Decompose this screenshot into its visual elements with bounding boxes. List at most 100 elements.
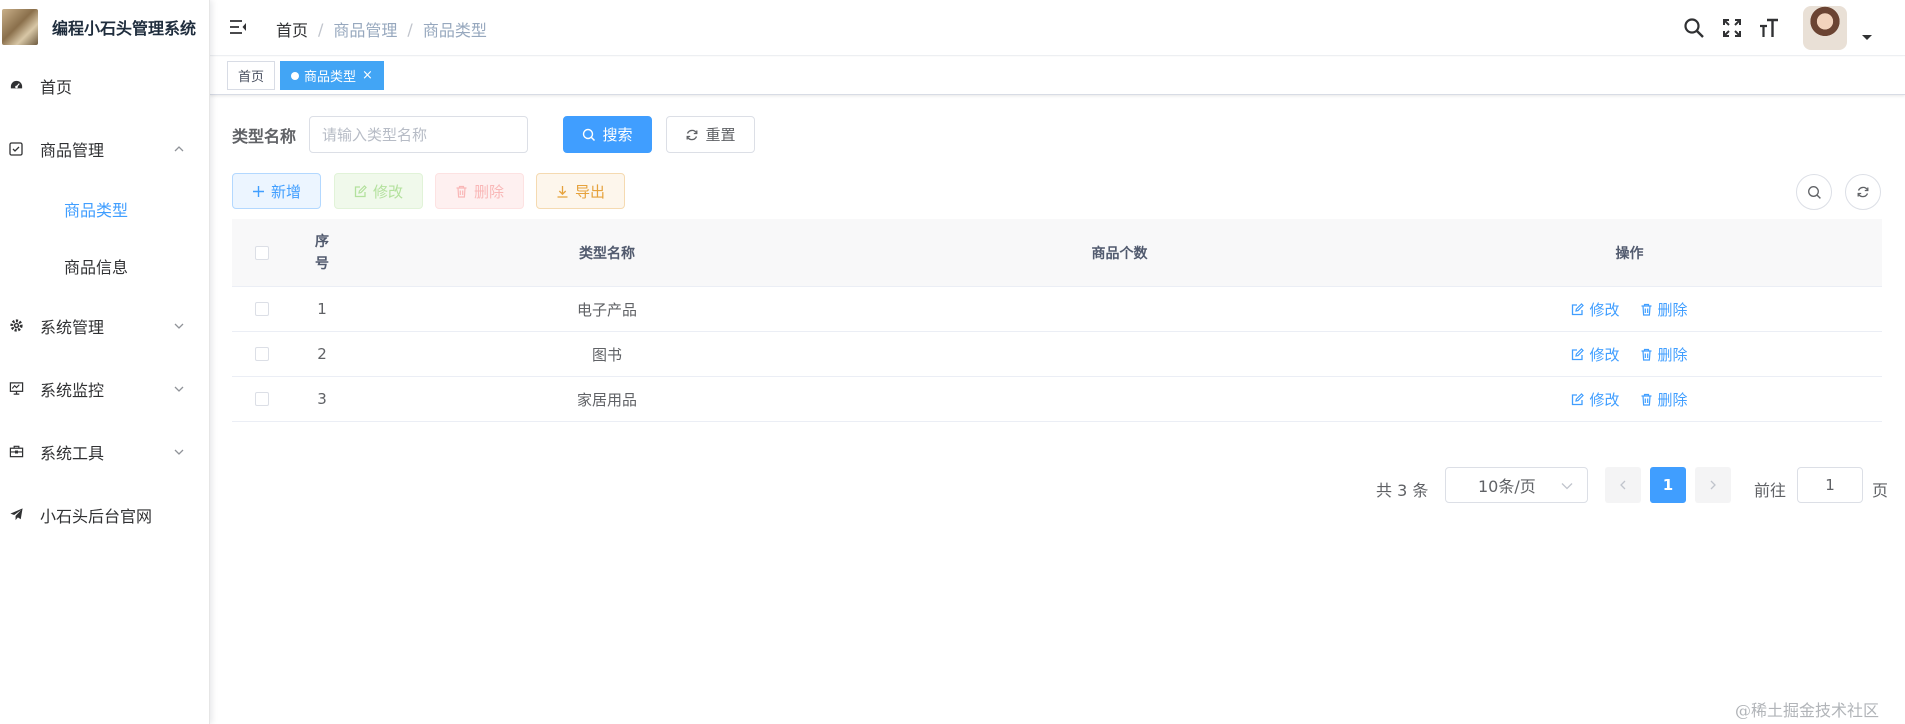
sidebar-subitem-goods-type[interactable]: 商品类型 [0,180,209,237]
checkbox-square-icon [8,141,24,157]
breadcrumb-home[interactable]: 首页 [276,17,308,41]
search-button[interactable]: 搜索 [563,116,652,153]
app-title: 编程小石头管理系统 [52,19,197,38]
hamburger-icon[interactable] [228,17,248,37]
sidebar-item-label: 系统管理 [40,317,105,337]
watermark: @稀土掘金技术社区 [1735,701,1880,720]
reset-button[interactable]: 重置 [666,116,755,153]
gear-icon [8,318,24,334]
row-edit-link[interactable]: 修改 [1571,389,1620,410]
tag-home[interactable]: 首页 [227,61,276,90]
row-goods-count [862,332,1377,376]
chevron-right-icon [1710,480,1716,490]
row-delete-link[interactable]: 删除 [1640,389,1688,410]
tags-view: 首页 商品类型 × [210,57,1905,95]
select-all-cell [232,219,292,286]
chevron-down-icon [174,449,184,455]
download-icon [557,185,568,198]
sidebar-item-home[interactable]: 首页 [0,54,209,117]
row-checkbox-cell [232,287,292,331]
prev-page-button[interactable] [1605,467,1641,503]
paper-plane-icon [8,507,24,523]
next-page-button[interactable] [1695,467,1731,503]
sidebar-item-label: 系统监控 [40,380,105,400]
row-index: 2 [317,345,327,363]
page-1-button[interactable]: 1 [1650,467,1686,503]
sidebar-item-tools[interactable]: 系统工具 [0,420,209,483]
font-size-icon[interactable] [1757,16,1781,40]
row-checkbox-cell [232,377,292,421]
delete-button[interactable]: 删除 [435,173,524,209]
row-edit-label: 修改 [1589,345,1620,364]
goto-page-input[interactable] [1797,467,1863,503]
row-goods-count [862,377,1377,421]
refresh-button[interactable] [1845,174,1881,210]
header-type-name: 类型名称 [579,245,635,262]
goto-suffix: 页 [1872,481,1889,500]
sidebar-item-label: 小石头后台官网 [40,506,153,526]
row-checkbox[interactable] [255,302,269,316]
row-delete-link[interactable]: 删除 [1640,299,1688,320]
sidebar-item-label: 首页 [40,77,73,97]
goods-type-table: 序号 类型名称 商品个数 操作 1 电子产品 修改 删除 2 图书 修改 删除 … [232,219,1882,422]
row-checkbox[interactable] [255,392,269,406]
goto-label: 前往 [1754,481,1787,500]
pagination-total: 共 3 条 [1376,481,1429,500]
dashboard-icon [8,78,24,94]
search-icon[interactable] [1682,16,1706,40]
page-size-value: 10条/页 [1478,477,1536,496]
tag-goods-type[interactable]: 商品类型 × [280,61,384,90]
type-name-input[interactable] [309,116,528,153]
edit-icon [1572,302,1585,315]
table-header: 序号 类型名称 商品个数 操作 [232,219,1882,287]
row-type-name: 家居用品 [576,390,637,409]
sidebar-subitem-goods-info[interactable]: 商品信息 [0,237,209,294]
sidebar-item-monitor[interactable]: 系统监控 [0,357,209,420]
breadcrumb-goods: 商品管理 [333,21,398,40]
close-icon[interactable]: × [362,68,373,83]
table-row: 2 图书 修改 删除 [232,332,1882,377]
sidebar-item-system[interactable]: 系统管理 [0,294,209,357]
tag-label: 商品类型 [304,70,357,85]
fullscreen-icon[interactable] [1720,16,1744,40]
edit-icon [1572,347,1585,360]
breadcrumb-current: 商品类型 [422,21,487,40]
page-size-select[interactable]: 10条/页 [1445,467,1588,503]
row-type-name: 电子产品 [576,300,637,319]
trash-icon [1641,348,1651,361]
edit-button[interactable]: 修改 [334,173,423,209]
chevron-down-icon [174,386,184,392]
row-checkbox-cell [232,332,292,376]
row-edit-link[interactable]: 修改 [1571,344,1620,365]
sidebar-item-website[interactable]: 小石头后台官网 [0,483,209,546]
row-index: 3 [317,390,327,408]
chevron-down-icon [1561,483,1573,490]
chevron-left-icon [1620,480,1626,490]
sidebar-item-goods[interactable]: 商品管理 [0,117,209,180]
search-button-label: 搜索 [602,126,633,144]
table-row: 1 电子产品 修改 删除 [232,287,1882,332]
add-button[interactable]: 新增 [232,173,321,209]
row-index: 1 [317,300,327,318]
toggle-search-button[interactable] [1796,174,1832,210]
header-index-label: 序号 [315,233,329,272]
trash-icon [1641,393,1651,406]
navbar: 首页 / 商品管理 / 商品类型 [210,0,1905,56]
breadcrumb-separator: / [407,19,413,39]
row-checkbox[interactable] [255,347,269,361]
logo-image [2,9,38,45]
logo[interactable]: 编程小石头管理系统 [0,0,209,54]
row-delete-label: 删除 [1657,345,1688,364]
caret-down-icon[interactable] [1862,35,1872,40]
delete-button-label: 删除 [473,182,504,201]
row-edit-link[interactable]: 修改 [1571,299,1620,320]
search-icon [583,128,596,141]
export-button[interactable]: 导出 [536,173,625,209]
avatar[interactable] [1803,6,1847,50]
chevron-up-icon [174,145,184,151]
sidebar: 编程小石头管理系统 首页 商品管理 商品类型 商品信息 系统管理 系统监控 系统… [0,0,210,724]
select-all-checkbox[interactable] [255,245,269,260]
sidebar-item-label: 系统工具 [40,443,105,463]
row-delete-link[interactable]: 删除 [1640,344,1688,365]
reset-button-label: 重置 [705,126,736,144]
